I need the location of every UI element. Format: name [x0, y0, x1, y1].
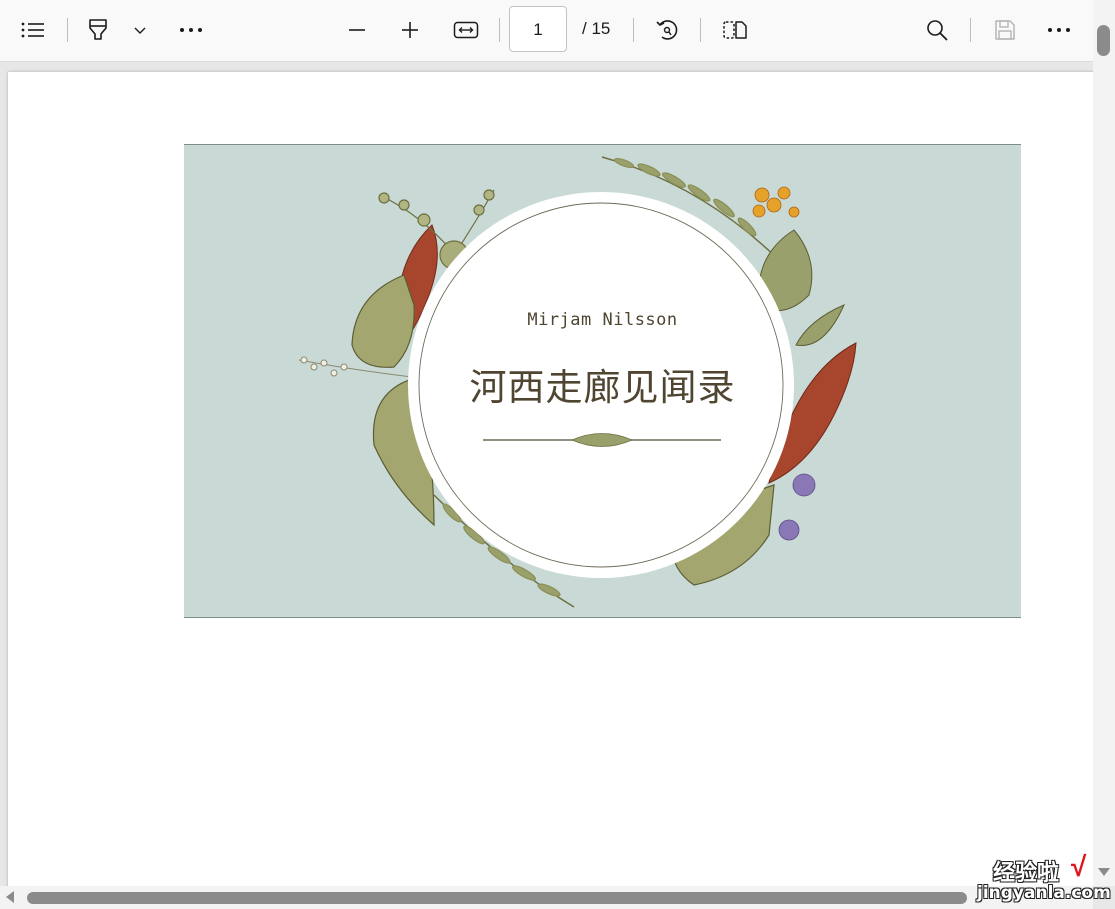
toolbar-divider — [499, 18, 500, 42]
toolbar-divider — [970, 18, 971, 42]
site-watermark: 经验啦 √ jingyanla.com — [975, 851, 1115, 909]
draw-options-dropdown[interactable] — [128, 12, 152, 48]
author-name: Mirjam Nilsson — [527, 310, 678, 330]
plus-icon — [402, 22, 418, 38]
book-cover: Mirjam Nilsson 河西走廊见闻录 — [184, 144, 1021, 618]
horizontal-scroll-thumb[interactable] — [27, 892, 967, 904]
document-viewer[interactable]: Mirjam Nilsson 河西走廊见闻录 — [0, 62, 1093, 886]
zoom-out-button[interactable] — [338, 12, 376, 48]
save-button[interactable] — [986, 12, 1024, 48]
more-options-button[interactable] — [1040, 12, 1078, 48]
page-view-button[interactable] — [715, 12, 755, 48]
draw-button[interactable] — [80, 12, 116, 48]
chevron-down-icon — [134, 27, 146, 34]
orange-flowers — [752, 186, 800, 218]
more-horizontal-icon — [1048, 28, 1070, 32]
save-icon — [995, 20, 1015, 40]
two-page-icon — [723, 21, 747, 39]
toolbar-divider — [67, 18, 68, 42]
page-total-label: / 15 — [582, 19, 611, 38]
watermark-url: jingyanla.com — [977, 883, 1111, 903]
purple-flowers — [778, 473, 816, 541]
watermark-check: √ — [1071, 851, 1087, 882]
scroll-left-arrow[interactable] — [6, 891, 14, 903]
pdf-page: Mirjam Nilsson 河西走廊见闻录 — [8, 72, 1093, 886]
more-horizontal-icon — [180, 28, 202, 32]
more-tools-button[interactable] — [172, 12, 210, 48]
toolbar-divider — [700, 18, 701, 42]
rotate-icon — [656, 20, 678, 40]
book-title: 河西走廊见闻录 — [469, 366, 736, 409]
toolbar-divider — [633, 18, 634, 42]
vertical-scrollbar[interactable] — [1093, 0, 1115, 886]
rotate-button[interactable] — [648, 12, 686, 48]
list-icon — [21, 22, 44, 38]
page-number-input[interactable]: 1 — [509, 6, 567, 52]
search-icon — [927, 20, 948, 41]
search-button[interactable] — [918, 12, 956, 48]
contents-button[interactable] — [14, 12, 52, 48]
highlighter-icon — [89, 19, 107, 40]
pdf-toolbar: 1 / 15 — [0, 0, 1093, 62]
fit-width-icon — [453, 21, 479, 39]
vertical-scroll-thumb[interactable] — [1097, 25, 1110, 56]
zoom-in-button[interactable] — [391, 12, 429, 48]
minus-icon — [349, 29, 365, 31]
fit-width-button[interactable] — [446, 12, 486, 48]
